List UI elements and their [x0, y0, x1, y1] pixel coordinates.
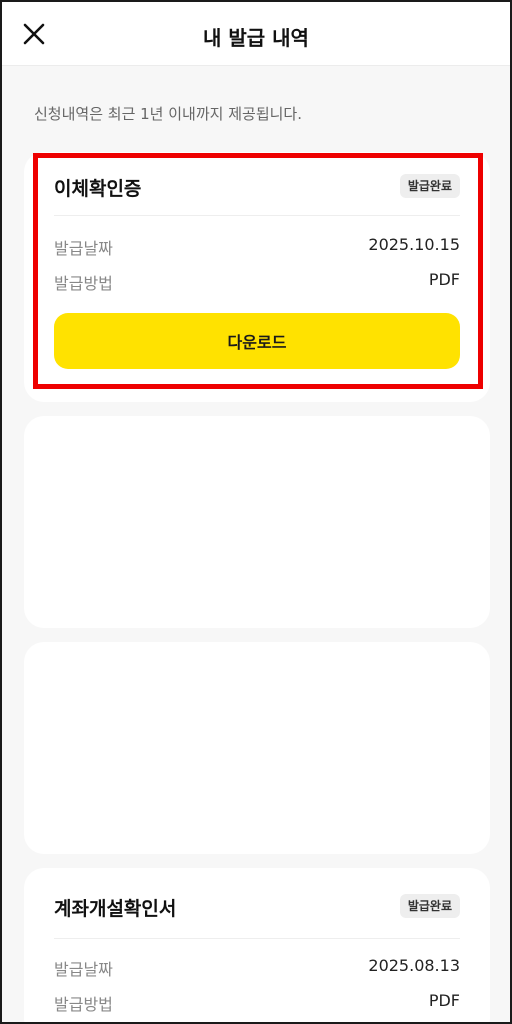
divider: [54, 938, 460, 939]
history-notice: 신청내역은 최근 1년 이내까지 제공됩니다.: [34, 105, 302, 123]
issue-method-value: PDF: [428, 991, 460, 1010]
app-screen: 내 발급 내역 신청내역은 최근 1년 이내까지 제공됩니다. 이체확인증 발급…: [0, 0, 512, 1024]
issue-method-label: 발급방법: [54, 995, 113, 1014]
blank-card: [24, 642, 490, 854]
document-title: 이체확인증: [54, 178, 142, 200]
blank-card: [24, 416, 490, 628]
issue-date-row: 발급날짜 2025.10.15: [54, 235, 460, 258]
status-badge: 발급완료: [399, 894, 460, 918]
page-title: 내 발급 내역: [203, 26, 309, 50]
issue-date-row: 발급날짜 2025.08.13: [54, 956, 460, 979]
issue-method-row: 발급방법 PDF: [54, 270, 460, 293]
status-badge: 발급완료: [399, 174, 460, 198]
issuance-card: 계좌개설확인서 발급완료 발급날짜 2025.08.13 발급방법 PDF: [24, 868, 490, 1022]
issue-date-value: 2025.08.13: [368, 956, 460, 975]
issue-method-label: 발급방법: [54, 274, 113, 293]
issue-date-value: 2025.10.15: [368, 235, 460, 254]
issue-method-row: 발급방법 PDF: [54, 991, 460, 1014]
download-button[interactable]: 다운로드: [54, 313, 460, 369]
issue-method-value: PDF: [428, 270, 460, 289]
top-bar: 내 발급 내역: [2, 2, 510, 66]
document-title: 계좌개설확인서: [54, 898, 177, 920]
issue-date-label: 발급날짜: [54, 239, 113, 258]
divider: [54, 215, 460, 216]
issuance-card: 이체확인증 발급완료 발급날짜 2025.10.15 발급방법 PDF 다운로드: [24, 152, 490, 402]
issue-date-label: 발급날짜: [54, 960, 113, 979]
